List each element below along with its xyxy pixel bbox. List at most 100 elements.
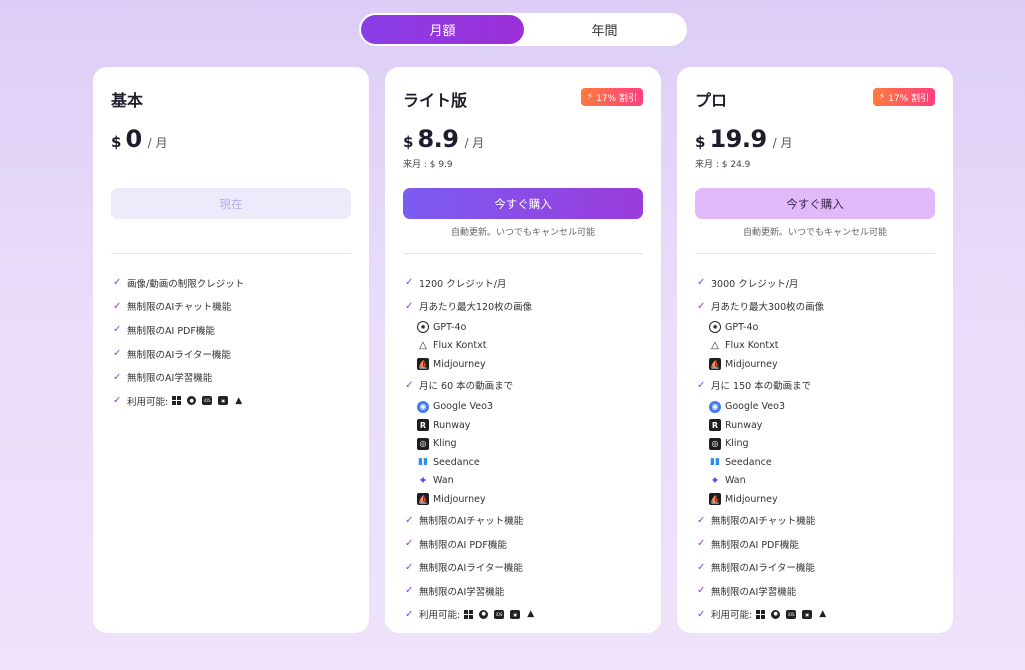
feature-item: ✓ 1200 クレジット/月 [405, 277, 507, 290]
feature-item: ✓ 月あたり最大120枚の画像 [405, 300, 533, 314]
feature-item: ✓ 無制限のAI学習機能 [697, 585, 797, 598]
feature-item: ✓ 無制限のAI PDF機能 [697, 538, 799, 551]
check-icon: ✓ [697, 514, 706, 526]
current-plan-button[interactable]: 現在 [111, 188, 351, 219]
monthly-tab[interactable]: 月額 [361, 15, 524, 44]
windows-icon [172, 396, 182, 406]
divider [695, 253, 935, 254]
platform-icons: ● iOS ▣ ▲ [756, 609, 827, 620]
price-period: / 月 [147, 136, 168, 150]
check-icon: ✓ [697, 379, 706, 391]
android-icon: ▲ [819, 609, 827, 620]
price-amount: 0 [125, 125, 142, 153]
check-icon: ✓ [697, 538, 706, 550]
price: $ 8.9 / 月 [403, 125, 484, 153]
discount-badge: ⚡ 17% 割引 [580, 88, 643, 106]
discount-badge: ⚡ 17% 割引 [872, 88, 935, 106]
platform-icons: ● iOS ▣ ▲ [172, 395, 243, 406]
lightning-icon: ⚡ [586, 92, 594, 102]
check-icon: ✓ [113, 371, 122, 383]
model-item: ⛵ Midjourney [709, 493, 778, 506]
feature-item: ✓ 月に 60 本の動画まで [405, 379, 514, 393]
plan-name: 基本 [111, 91, 144, 110]
model-item: ◉ Google Veo3 [405, 397, 645, 416]
feature-item: ✓ 無制限のAI PDF機能 [113, 324, 215, 337]
check-icon: ✓ [697, 300, 706, 312]
model-item: ◎ Kling [697, 434, 937, 453]
model-item: △ Flux Kontxt [697, 337, 937, 356]
divider [111, 253, 351, 254]
kling-icon: ◎ [417, 437, 429, 450]
check-icon: ✓ [405, 300, 414, 312]
price-period: / 月 [464, 136, 485, 150]
check-icon: ✓ [697, 277, 706, 289]
check-icon: ✓ [113, 395, 122, 407]
feature-item: ✓ 無制限のAIチャット機能 [405, 514, 524, 528]
macos-icon: ● [479, 609, 489, 619]
buy-now-button[interactable]: 今すぐ購入 [403, 188, 643, 219]
runway-icon: R [417, 419, 429, 432]
android-icon: ▲ [527, 609, 535, 620]
plan-name: プロ [695, 91, 728, 110]
feature-item: ✓ 無制限のAI学習機能 [405, 585, 505, 598]
feature-item: ✓ 月あたり最大300枚の画像 [697, 300, 825, 314]
plan-name: ライト版 [403, 91, 468, 110]
windows-icon [464, 609, 474, 619]
midjourney-icon: ⛵ [417, 493, 429, 506]
macos-icon: ● [187, 396, 197, 406]
check-icon: ✓ [113, 277, 122, 289]
feature-item: ✓ 月に 150 本の動画まで [697, 379, 812, 393]
yearly-tab[interactable]: 年間 [524, 15, 685, 44]
model-item: R Runway [405, 416, 645, 435]
feature-item: ✓ 無制限のAIライター機能 [697, 561, 815, 575]
price-amount: 19.9 [709, 125, 767, 153]
check-icon: ✓ [405, 608, 414, 620]
feature-list: ✓ 3000 クレジット/月 ✓ 月あたり最大300枚の画像 ✺ GPT-4o △ Fl… [697, 271, 937, 626]
feature-item: ✓ 無制限のAIチャット機能 [113, 300, 232, 314]
currency: $ [695, 133, 706, 151]
price: $ 19.9 / 月 [695, 125, 793, 153]
check-icon: ✓ [113, 348, 122, 360]
check-icon: ✓ [405, 277, 414, 289]
midjourney-icon: ⛵ [709, 493, 721, 506]
seedance-icon: ▮▮ [710, 457, 720, 468]
openai-icon: ✺ [709, 321, 721, 334]
ios-icon: iOS [494, 609, 505, 619]
feature-list: ✓ 1200 クレジット/月 ✓ 月あたり最大120枚の画像 ✺ GPT-4o △ Fl… [405, 271, 645, 626]
google-veo-icon: ◉ [417, 400, 429, 413]
feature-list: ✓ 画像/動画の制限クレジット ✓ 無制限のAIチャット機能 ✓ 無制限のAI PDF… [113, 271, 353, 413]
currency: $ [111, 133, 122, 151]
flux-icon: △ [711, 340, 719, 352]
model-item: ✦ Wan [710, 474, 746, 488]
ios-icon: iOS [202, 396, 213, 406]
plan-card-basic: 基本 $ 0 / 月 現在 ✓ 画像/動画の制限クレジット ✓ 無制限のAIチャット… [93, 67, 369, 633]
feature-platforms: ✓ 利用可能: ● iOS ▣ ▲ [113, 395, 243, 408]
plan-card-lite: ライト版 ⚡ 17% 割引 $ 8.9 / 月 来月 : $ 9.9 今すぐ購入 … [385, 67, 661, 633]
feature-item: ✓ 無制限のAIライター機能 [113, 348, 231, 361]
model-item: △ Flux Kontxt [405, 337, 645, 356]
check-icon: ✓ [405, 538, 414, 550]
feature-item: ✓ 無制限のAIチャット機能 [697, 514, 816, 528]
feature-platforms: ✓ 利用可能: ● iOS ▣ ▲ [405, 608, 535, 622]
buy-now-button[interactable]: 今すぐ購入 [695, 188, 935, 219]
price-amount: 8.9 [417, 125, 459, 153]
currency: $ [403, 133, 414, 151]
check-icon: ✓ [405, 379, 414, 391]
platform-icons: ● iOS ▣ ▲ [464, 609, 535, 620]
next-month-price: 来月 : $ 24.9 [695, 160, 751, 170]
model-item: ✺ GPT-4o [697, 318, 937, 337]
feature-item: ✓ 無制限のAI PDF機能 [405, 538, 507, 551]
price: $ 0 / 月 [111, 125, 168, 153]
check-icon: ✓ [405, 514, 414, 526]
model-item: ◎ Kling [405, 434, 645, 453]
model-item: ✦ Wan [418, 474, 454, 488]
android-icon: ▲ [235, 395, 243, 406]
check-icon: ✓ [697, 608, 706, 620]
price-period: / 月 [772, 136, 793, 150]
kling-icon: ◎ [709, 437, 721, 450]
model-item: ▮▮ Seedance [710, 456, 772, 468]
model-item: ▮▮ Seedance [418, 456, 480, 468]
check-icon: ✓ [113, 324, 122, 336]
midjourney-icon: ⛵ [417, 358, 429, 371]
feature-item: ✓ 画像/動画の制限クレジット [113, 277, 245, 290]
